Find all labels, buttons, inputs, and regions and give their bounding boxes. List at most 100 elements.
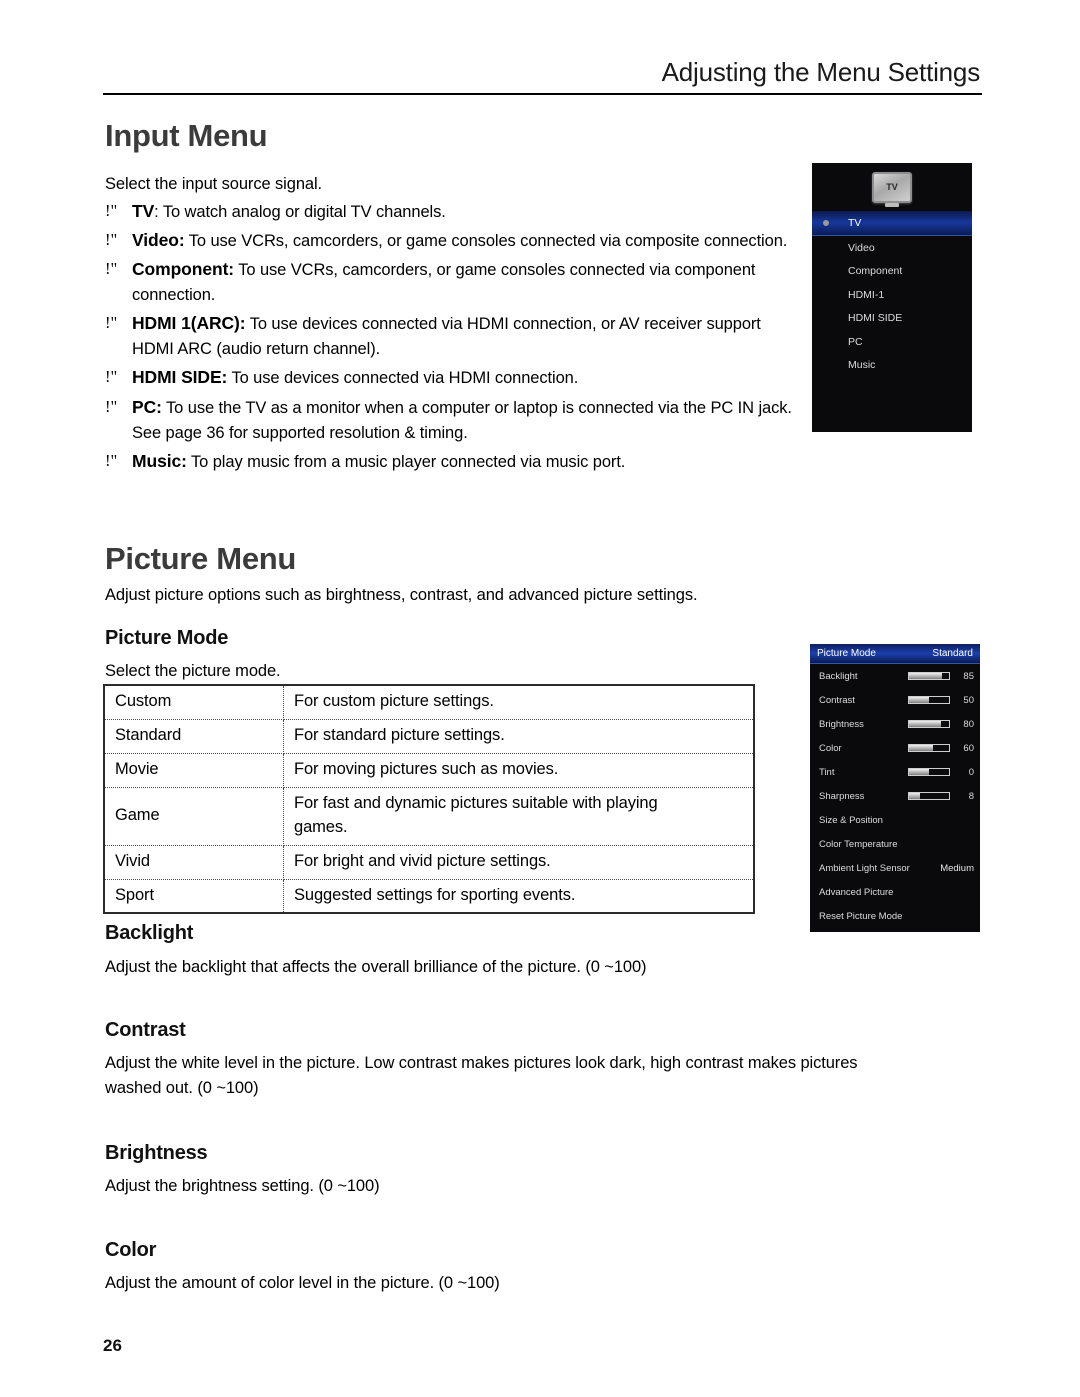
osd-row-label: Advanced Picture <box>819 886 894 898</box>
picture-menu-intro: Adjust picture options such as birghtnes… <box>105 586 698 604</box>
list-item: !" HDMI 1(ARC): To use devices connected… <box>105 310 805 362</box>
osd-row-advanced-picture[interactable]: Advanced Picture <box>810 880 980 904</box>
osd-item-hdmi-side[interactable]: HDMI SIDE <box>812 307 972 331</box>
bullet-text: HDMI SIDE: To use devices connected via … <box>132 364 805 391</box>
osd-row-reset-picture-mode[interactable]: Reset Picture Mode <box>810 904 980 928</box>
contrast-slider[interactable] <box>908 696 950 704</box>
color-text: Adjust the amount of color level in the … <box>105 1274 500 1292</box>
osd-title-label: Picture Mode <box>817 648 876 659</box>
osd-row-value: 8 <box>968 790 974 802</box>
table-row: Sport Suggested settings for sporting ev… <box>104 879 754 914</box>
osd-row-ambient-light-sensor[interactable]: Ambient Light Sensor Medium <box>810 856 980 880</box>
bullet-marker-icon: !" <box>105 450 118 470</box>
header-divider <box>103 92 982 95</box>
osd-row-sharpness[interactable]: Sharpness 8 <box>810 784 980 808</box>
osd-row-value: 50 <box>963 694 974 706</box>
bullet-text: Component: To use VCRs, camcorders, or g… <box>132 256 805 308</box>
bullet-desc: To use the TV as a monitor when a comput… <box>132 398 792 442</box>
table-cell-mode: Sport <box>104 879 284 914</box>
bullet-text: Music: To play music from a music player… <box>132 448 805 475</box>
table-row: Movie For moving pictures such as movies… <box>104 753 754 788</box>
osd-row-color[interactable]: Color 60 <box>810 736 980 760</box>
table-cell-mode: Movie <box>104 753 284 788</box>
osd-title-value: Standard <box>932 648 973 659</box>
osd-item-video[interactable]: Video <box>812 236 972 260</box>
osd-row-label: Ambient Light Sensor <box>819 862 910 874</box>
bullet-text: PC: To use the TV as a monitor when a co… <box>132 394 805 446</box>
osd-row-backlight[interactable]: Backlight 85 <box>810 664 980 688</box>
input-menu-heading: Input Menu <box>105 118 268 153</box>
input-menu-intro: Select the input source signal. <box>105 175 323 193</box>
osd-icon-area: TV <box>812 163 972 211</box>
osd-item-hdmi-1[interactable]: HDMI-1 <box>812 283 972 307</box>
osd-item-label: HDMI-1 <box>848 288 885 301</box>
brightness-slider[interactable] <box>908 720 950 728</box>
table-cell-desc: For custom picture settings. <box>283 685 754 720</box>
list-item: !" PC: To use the TV as a monitor when a… <box>105 394 805 446</box>
osd-item-label: Component <box>848 265 903 278</box>
tint-slider[interactable] <box>908 768 950 776</box>
page-number: 26 <box>103 1336 122 1355</box>
picture-mode-intro: Select the picture mode. <box>105 662 281 680</box>
osd-row-label: Size & Position <box>819 814 883 826</box>
bullet-text: TV: To watch analog or digital TV channe… <box>132 198 805 225</box>
bullet-desc: To use VCRs, camcorders, or game console… <box>184 232 788 251</box>
osd-item-label: PC <box>848 335 863 348</box>
osd-row-label: Brightness <box>819 718 864 730</box>
bullet-marker-icon: !" <box>105 259 118 279</box>
osd-row-contrast[interactable]: Contrast 50 <box>810 688 980 712</box>
contrast-text: Adjust the white level in the picture. L… <box>105 1054 858 1098</box>
table-row: Standard For standard picture settings. <box>104 719 754 754</box>
osd-item-tv[interactable]: TV <box>812 211 972 236</box>
table-row: Game For fast and dynamic pictures suita… <box>104 787 754 846</box>
bullet-term: Component: <box>132 259 235 280</box>
table-cell-mode: Standard <box>104 719 284 754</box>
sharpness-slider[interactable] <box>908 792 950 800</box>
selected-dot-icon <box>823 220 829 226</box>
bullet-desc: To watch analog or digital TV channels. <box>158 203 446 221</box>
table-cell-desc: Suggested settings for sporting events. <box>294 885 576 904</box>
list-item: !" Video: To use VCRs, camcorders, or ga… <box>105 227 805 254</box>
osd-row-brightness[interactable]: Brightness 80 <box>810 712 980 736</box>
list-item: !" Music: To play music from a music pla… <box>105 448 805 475</box>
brightness-text: Adjust the brightness setting. (0 ~100) <box>105 1177 380 1195</box>
osd-row-value: 60 <box>963 742 974 754</box>
osd-item-component[interactable]: Component <box>812 260 972 284</box>
osd-row-size-position[interactable]: Size & Position <box>810 808 980 832</box>
table-row: Custom For custom picture settings. <box>104 685 754 720</box>
osd-item-music[interactable]: Music <box>812 354 972 378</box>
osd-row-tint[interactable]: Tint 0 <box>810 760 980 784</box>
table-row: Vivid For bright and vivid picture setti… <box>104 845 754 880</box>
bullet-term: HDMI SIDE: <box>132 367 228 388</box>
header-title: Adjusting the Menu Settings <box>661 57 981 87</box>
osd-item-pc[interactable]: PC <box>812 330 972 354</box>
osd-row-color-temperature[interactable]: Color Temperature <box>810 832 980 856</box>
osd-item-label: HDMI SIDE <box>848 312 903 325</box>
table-cell-mode: Game <box>104 787 284 846</box>
osd-row-value: 80 <box>963 718 974 730</box>
color-slider[interactable] <box>908 744 950 752</box>
tv-icon: TV <box>872 171 912 203</box>
bullet-marker-icon: !" <box>105 201 118 220</box>
picture-mode-table: Custom For custom picture settings. Stan… <box>103 684 755 915</box>
input-menu-bullet-list: !" TV: To watch analog or digital TV cha… <box>105 198 805 477</box>
brightness-heading: Brightness <box>105 1142 208 1164</box>
osd-row-label: Color Temperature <box>819 838 898 850</box>
osd-row-label: Contrast <box>819 694 855 706</box>
bullet-term: HDMI 1(ARC): <box>132 313 246 334</box>
bullet-term: TV <box>132 201 155 221</box>
bullet-marker-icon: !" <box>105 230 118 250</box>
bullet-text: Video: To use VCRs, camcorders, or game … <box>132 227 805 254</box>
osd-row-value: Medium <box>940 862 974 874</box>
picture-mode-heading: Picture Mode <box>105 627 229 649</box>
table-cell-desc: For fast and dynamic pictures suitable w… <box>283 787 754 846</box>
osd-item-label: Video <box>848 241 875 254</box>
list-item: !" Component: To use VCRs, camcorders, o… <box>105 256 805 308</box>
backlight-slider[interactable] <box>908 672 950 680</box>
list-item: !" TV: To watch analog or digital TV cha… <box>105 198 805 225</box>
bullet-marker-icon: !" <box>105 396 118 416</box>
osd-row-label: Tint <box>819 766 835 778</box>
page-header: Adjusting the Menu Settings <box>103 58 982 95</box>
bullet-desc: To use devices connected via HDMI connec… <box>227 369 579 388</box>
table-cell-mode: Custom <box>104 685 284 720</box>
